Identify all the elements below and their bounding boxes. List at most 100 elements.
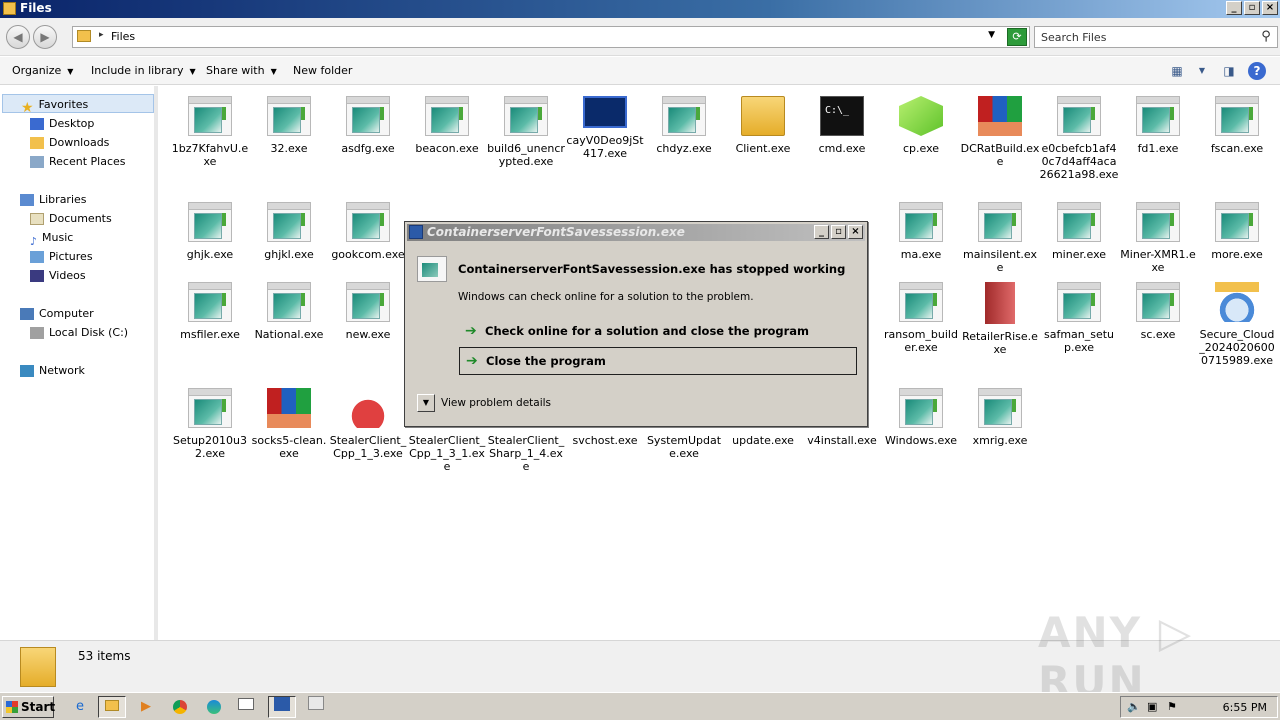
explorer-taskbar-button[interactable] bbox=[98, 696, 126, 718]
file-item[interactable]: Miner-XMR1.exe bbox=[1118, 202, 1198, 274]
search-icon[interactable]: ⚲ bbox=[1257, 28, 1275, 46]
chevron-right-icon[interactable]: ▸ bbox=[99, 30, 104, 40]
file-item[interactable]: beacon.exe bbox=[407, 96, 487, 155]
application-icon bbox=[188, 388, 232, 428]
file-item[interactable]: Secure_Cloud_20240206000715989.exe bbox=[1197, 282, 1277, 367]
edge-icon[interactable] bbox=[200, 696, 228, 718]
file-item[interactable]: fscan.exe bbox=[1197, 96, 1277, 155]
error-report-taskbar-button[interactable] bbox=[302, 696, 330, 718]
file-item[interactable]: build6_unencrypted.exe bbox=[486, 96, 566, 168]
start-button[interactable]: Start bbox=[2, 696, 55, 718]
application-icon bbox=[1057, 282, 1101, 322]
view-options-icon[interactable]: ▦ bbox=[1168, 62, 1186, 80]
preview-pane-icon[interactable]: ◨ bbox=[1220, 62, 1238, 80]
dialog-minimize-button[interactable]: _ bbox=[814, 225, 829, 239]
file-item[interactable]: more.exe bbox=[1197, 202, 1277, 261]
forward-button[interactable]: ▶ bbox=[33, 25, 57, 49]
file-item[interactable]: 32.exe bbox=[249, 96, 329, 155]
file-item[interactable]: National.exe bbox=[249, 282, 329, 341]
file-name: cmd.exe bbox=[818, 142, 866, 155]
sidebar-item-downloads[interactable]: Downloads bbox=[30, 133, 109, 152]
view-problem-details[interactable]: ▼ View problem details bbox=[417, 394, 551, 412]
flag-icon[interactable]: ⚑ bbox=[1167, 700, 1177, 713]
breadcrumb[interactable]: Files bbox=[111, 30, 135, 43]
sidebar-item-computer[interactable]: Computer bbox=[20, 304, 94, 323]
sidebar-item-favorites[interactable]: ★ Favorites bbox=[2, 94, 154, 116]
dialog-maximize-button[interactable]: ▫ bbox=[831, 225, 846, 239]
expand-details-button[interactable]: ▼ bbox=[417, 394, 435, 412]
file-item[interactable]: ransom_builder.exe bbox=[881, 282, 961, 354]
check-online-option[interactable]: ➔ Check online for a solution and close … bbox=[459, 318, 857, 346]
address-field[interactable]: ▸ Files ▼ ⟳ bbox=[72, 26, 1030, 48]
chevron-down-icon[interactable]: ▼ bbox=[1193, 62, 1211, 80]
sidebar-item-recent-places[interactable]: Recent Places bbox=[30, 152, 126, 171]
organize-menu[interactable]: Organize ▼ bbox=[12, 64, 73, 77]
sidebar-item-libraries[interactable]: Libraries bbox=[20, 190, 87, 209]
file-item[interactable]: DCRatBuild.exe bbox=[960, 96, 1040, 168]
file-item[interactable]: chdyz.exe bbox=[644, 96, 724, 155]
volume-icon[interactable]: 🔈 bbox=[1127, 700, 1141, 713]
share-with-menu[interactable]: Share with ▼ bbox=[206, 64, 277, 77]
file-item[interactable]: asdfg.exe bbox=[328, 96, 408, 155]
new-folder-button[interactable]: New folder bbox=[293, 64, 352, 77]
file-item[interactable]: Setup2010u32.exe bbox=[170, 388, 250, 460]
file-item[interactable]: Client.exe bbox=[723, 96, 803, 155]
sidebar-item-videos[interactable]: Videos bbox=[30, 266, 86, 285]
chevron-down-icon[interactable]: ▼ bbox=[988, 30, 995, 40]
file-item[interactable]: e0cbefcb1af40c7d4aff4aca26621a98.exe bbox=[1039, 96, 1119, 181]
file-name: ransom_builder.exe bbox=[884, 328, 958, 354]
file-item[interactable]: sc.exe bbox=[1118, 282, 1198, 341]
sidebar-item-local-disk[interactable]: Local Disk (C:) bbox=[30, 323, 128, 342]
minimize-button[interactable]: _ bbox=[1226, 1, 1242, 15]
application-icon bbox=[1215, 96, 1259, 136]
app-taskbar-button[interactable] bbox=[268, 696, 296, 718]
back-button[interactable]: ◀ bbox=[6, 25, 30, 49]
close-program-option[interactable]: ➔ Close the program bbox=[459, 347, 857, 375]
file-item[interactable]: cayV0Deo9jSt417.exe bbox=[565, 96, 645, 160]
sidebar-item-pictures[interactable]: Pictures bbox=[30, 247, 93, 266]
file-name: Miner-XMR1.exe bbox=[1120, 248, 1196, 274]
media-player-icon[interactable]: ▶ bbox=[132, 696, 160, 718]
file-item[interactable]: StealerClient_Cpp_1_3.exe bbox=[328, 388, 408, 460]
application-icon bbox=[1057, 96, 1101, 136]
internet-explorer-icon[interactable]: e bbox=[66, 696, 94, 718]
sidebar-item-documents[interactable]: Documents bbox=[30, 209, 112, 228]
application-icon bbox=[425, 96, 469, 136]
file-item[interactable]: ghjkl.exe bbox=[249, 202, 329, 261]
file-item[interactable]: fd1.exe bbox=[1118, 96, 1198, 155]
file-item[interactable]: mainsilent.exe bbox=[960, 202, 1040, 274]
include-in-library-menu[interactable]: Include in library ▼ bbox=[91, 64, 196, 77]
navigation-pane: ★ Favorites Desktop Downloads Recent Plac… bbox=[0, 86, 158, 640]
search-input[interactable]: Search Files ⚲ bbox=[1034, 26, 1278, 48]
application-icon bbox=[267, 202, 311, 242]
file-item[interactable]: xmrig.exe bbox=[960, 388, 1040, 447]
dialog-close-button[interactable]: × bbox=[848, 225, 863, 239]
sidebar-item-network[interactable]: Network bbox=[20, 361, 85, 380]
chrome-icon[interactable] bbox=[166, 696, 194, 718]
window-taskbar-button[interactable] bbox=[232, 696, 260, 718]
file-item[interactable]: Windows.exe bbox=[881, 388, 961, 447]
installer-icon bbox=[1215, 282, 1259, 322]
file-item[interactable]: C:\_ cmd.exe bbox=[802, 96, 882, 155]
file-item[interactable]: safman_setup.exe bbox=[1039, 282, 1119, 354]
file-item[interactable]: gookcom.exe bbox=[328, 202, 408, 261]
file-item[interactable]: new.exe bbox=[328, 282, 408, 341]
sidebar-item-desktop[interactable]: Desktop bbox=[30, 114, 94, 133]
file-item[interactable]: RetailerRise.exe bbox=[960, 282, 1040, 356]
file-item[interactable]: 1bz7KfahvU.exe bbox=[170, 96, 250, 168]
maximize-button[interactable]: ▫ bbox=[1244, 1, 1260, 15]
file-item[interactable]: miner.exe bbox=[1039, 202, 1119, 261]
sidebar-item-music[interactable]: ♪ Music bbox=[30, 228, 73, 248]
help-icon[interactable]: ? bbox=[1248, 62, 1266, 80]
clock[interactable]: 6:55 PM bbox=[1223, 701, 1267, 714]
pictures-icon bbox=[30, 251, 44, 263]
refresh-button[interactable]: ⟳ bbox=[1007, 28, 1027, 46]
file-item[interactable]: socks5-clean.exe bbox=[249, 388, 329, 460]
network-tray-icon[interactable]: ▣ bbox=[1147, 700, 1157, 713]
file-name: gookcom.exe bbox=[331, 248, 405, 261]
file-item[interactable]: ghjk.exe bbox=[170, 202, 250, 261]
close-button[interactable]: × bbox=[1262, 1, 1278, 15]
file-item[interactable]: cp.exe bbox=[881, 96, 961, 155]
file-item[interactable]: msfiler.exe bbox=[170, 282, 250, 341]
file-item[interactable]: ma.exe bbox=[881, 202, 961, 261]
